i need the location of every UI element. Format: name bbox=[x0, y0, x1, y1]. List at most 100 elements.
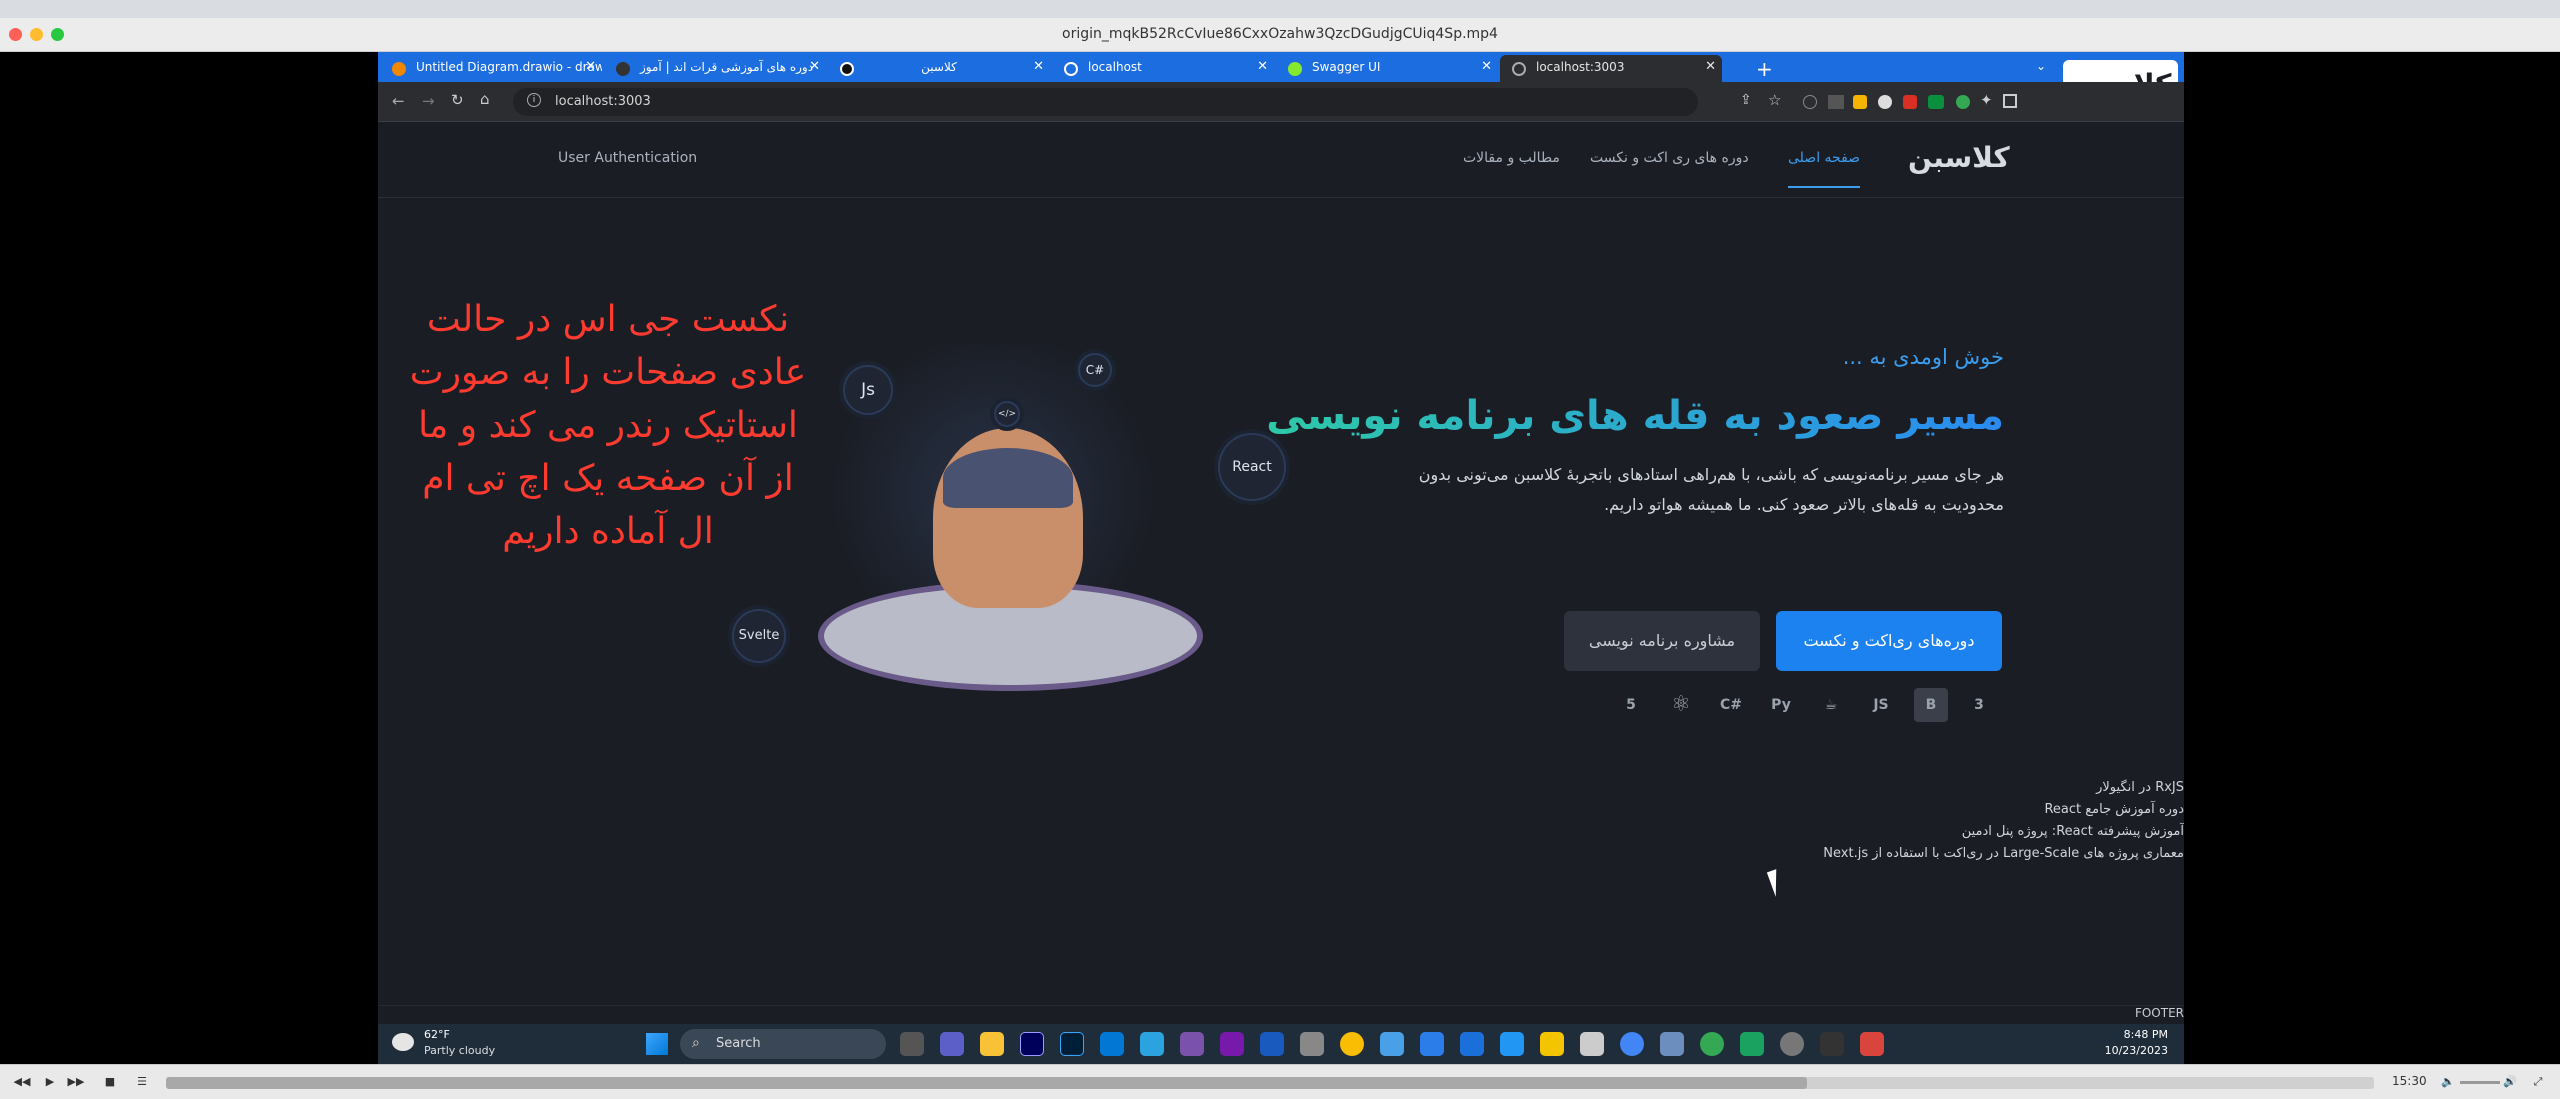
chrome-icon[interactable] bbox=[1340, 1032, 1364, 1056]
tab-label: Untitled Diagram.drawio - draw bbox=[416, 60, 602, 74]
tab-courses[interactable]: دوره های آموزشی قرات اند | آموز ✕ bbox=[604, 55, 826, 82]
taskbar-time[interactable]: 8:48 PM bbox=[2098, 1028, 2168, 1041]
onenote-icon[interactable] bbox=[1220, 1032, 1244, 1056]
task-view-icon[interactable] bbox=[900, 1032, 924, 1056]
app-icon[interactable] bbox=[1420, 1032, 1444, 1056]
nav-articles[interactable]: مطالب و مقالات bbox=[1463, 150, 1560, 166]
side-link-react-admin[interactable]: آموزش پیشرفته React: پروژه پنل ادمین bbox=[1962, 824, 2184, 839]
windows-taskbar: 62°F Partly cloudy ⌕ Search 8:48 PM 10/23… bbox=[378, 1024, 2184, 1064]
app-icon[interactable] bbox=[1860, 1032, 1884, 1056]
playlist-icon[interactable]: ☰ bbox=[132, 1073, 152, 1091]
forward-icon[interactable]: → bbox=[422, 92, 435, 110]
extension-icon[interactable] bbox=[1928, 95, 1944, 109]
play-icon[interactable]: ▶ bbox=[40, 1073, 60, 1091]
rewind-icon[interactable]: ◀◀ bbox=[12, 1073, 32, 1091]
app-icon[interactable] bbox=[1460, 1032, 1484, 1056]
terminal-icon[interactable] bbox=[1820, 1032, 1844, 1056]
extension-icon[interactable] bbox=[1828, 95, 1844, 109]
info-icon[interactable]: i bbox=[527, 93, 541, 107]
home-icon[interactable]: ⌂ bbox=[480, 90, 490, 108]
share-icon[interactable]: ⇪ bbox=[1740, 92, 1752, 108]
site-navbar: کلاسبن صفحه اصلی دوره های ری اکت و نکست … bbox=[378, 123, 2184, 198]
audition-icon[interactable] bbox=[1020, 1032, 1044, 1056]
close-tab-icon[interactable]: ✕ bbox=[1481, 59, 1492, 74]
window-title: origin_mqkB52RcCvIue86CxxOzahw3QzcDGudjg… bbox=[1062, 26, 1498, 42]
fullscreen-icon[interactable]: ⤢ bbox=[2528, 1073, 2548, 1091]
new-tab-button[interactable]: + bbox=[1748, 55, 1788, 82]
close-tab-icon[interactable]: ✕ bbox=[585, 59, 596, 74]
tab-search-chevron-icon[interactable]: ⌄ bbox=[2028, 55, 2058, 82]
tab-label: دوره های آموزشی قرات اند | آموز bbox=[640, 60, 814, 74]
sticky-notes-icon[interactable] bbox=[1540, 1032, 1564, 1056]
csharp-icon: C# bbox=[1719, 697, 1742, 713]
tools-icon[interactable] bbox=[1380, 1032, 1404, 1056]
tab-label: کلاسبن bbox=[921, 60, 957, 74]
word-icon[interactable] bbox=[1260, 1032, 1284, 1056]
site-logo[interactable]: کلاسبن bbox=[1908, 141, 2010, 174]
weather-temperature[interactable]: 62°F bbox=[424, 1028, 450, 1041]
tab-drawio[interactable]: Untitled Diagram.drawio - draw ✕ bbox=[380, 55, 602, 82]
footer-divider bbox=[378, 1005, 2184, 1006]
extension-icon[interactable] bbox=[1956, 95, 1970, 109]
character-hair bbox=[943, 448, 1073, 508]
close-tab-icon[interactable]: ✕ bbox=[1257, 59, 1268, 74]
site-icon bbox=[616, 62, 630, 76]
chrome-canary-icon[interactable] bbox=[1700, 1032, 1724, 1056]
consulting-button[interactable]: مشاوره برنامه نویسی bbox=[1564, 611, 1760, 671]
seek-bar[interactable] bbox=[166, 1077, 2374, 1089]
puzzle-icon[interactable]: ✦ bbox=[1980, 91, 1993, 109]
fast-forward-icon[interactable]: ▶▶ bbox=[66, 1073, 86, 1091]
courses-button[interactable]: دوره‌های ری‌اکت و نکست bbox=[1776, 611, 2002, 671]
url-text: localhost:3003 bbox=[555, 94, 651, 109]
close-tab-icon[interactable]: ✕ bbox=[1705, 59, 1716, 74]
nodejs-icon: JS bbox=[1873, 697, 1889, 713]
app-icon[interactable] bbox=[1740, 1032, 1764, 1056]
weather-description[interactable]: Partly cloudy bbox=[424, 1044, 495, 1057]
side-link-rxjs[interactable]: RxJS در انگیولار bbox=[2096, 780, 2184, 795]
close-tab-icon[interactable]: ✕ bbox=[809, 59, 820, 74]
tab-localhost-3003[interactable]: localhost:3003 ✕ bbox=[1500, 55, 1722, 82]
stop-icon[interactable]: ■ bbox=[100, 1073, 120, 1091]
side-link-nextjs-arch[interactable]: معماری پروژه های Large-Scale در ری‌اکت ب… bbox=[1823, 846, 2184, 861]
nav-user-auth[interactable]: User Authentication bbox=[558, 150, 697, 166]
teams-icon[interactable] bbox=[940, 1032, 964, 1056]
extension-icon[interactable] bbox=[1803, 95, 1817, 109]
hero-title: مسیر صعود به قله های برنامه نویسی bbox=[1266, 393, 2004, 439]
chrome-dev-icon[interactable] bbox=[1620, 1032, 1644, 1056]
sidebar-icon[interactable] bbox=[2003, 94, 2017, 108]
settings-gear-icon[interactable] bbox=[1780, 1032, 1804, 1056]
reload-icon[interactable]: ↻ bbox=[451, 91, 464, 109]
extension-icon[interactable] bbox=[1878, 95, 1892, 109]
windows-start-icon[interactable] bbox=[646, 1033, 668, 1055]
taskbar-date[interactable]: 10/23/2023 bbox=[2098, 1044, 2168, 1057]
app-icon[interactable] bbox=[1580, 1032, 1604, 1056]
tab-swagger[interactable]: Swagger UI ✕ bbox=[1276, 55, 1498, 82]
taskbar-search[interactable]: ⌕ Search bbox=[680, 1029, 886, 1059]
volume-high-icon[interactable]: 🔊 bbox=[2500, 1073, 2520, 1091]
swagger-icon bbox=[1288, 62, 1302, 76]
close-tab-icon[interactable]: ✕ bbox=[1033, 59, 1044, 74]
side-link-react-course[interactable]: دوره آموزش جامع React bbox=[2044, 802, 2184, 817]
skype-icon[interactable] bbox=[1500, 1032, 1524, 1056]
volume-slider[interactable] bbox=[2460, 1081, 2500, 1084]
tab-classbon[interactable]: کلاسبن ✕ bbox=[828, 55, 1050, 82]
annotation-overlay-text: نکست جی اس در حالت عادی صفحات را به صورت… bbox=[409, 299, 807, 552]
nav-home[interactable]: صفحه اصلی bbox=[1788, 150, 1861, 188]
weather-icon[interactable] bbox=[392, 1033, 414, 1051]
nav-courses[interactable]: دوره های ری اکت و نکست bbox=[1590, 150, 1749, 166]
vscode-icon[interactable] bbox=[1100, 1032, 1124, 1056]
photoshop-icon[interactable] bbox=[1060, 1032, 1084, 1056]
app-icon[interactable] bbox=[1660, 1032, 1684, 1056]
volume-low-icon[interactable]: 🔈 bbox=[2438, 1073, 2458, 1091]
extension-icon[interactable] bbox=[1903, 95, 1917, 109]
back-icon[interactable]: ← bbox=[392, 92, 405, 110]
tab-localhost[interactable]: localhost ✕ bbox=[1052, 55, 1274, 82]
top-strip bbox=[0, 0, 2560, 18]
url-field[interactable]: i localhost:3003 bbox=[513, 88, 1698, 116]
database-icon[interactable] bbox=[1300, 1032, 1324, 1056]
extension-icon[interactable] bbox=[1853, 95, 1867, 109]
telegram-icon[interactable] bbox=[1140, 1032, 1164, 1056]
bookmark-star-icon[interactable]: ☆ bbox=[1768, 91, 1781, 109]
file-explorer-icon[interactable] bbox=[980, 1032, 1004, 1056]
visual-studio-icon[interactable] bbox=[1180, 1032, 1204, 1056]
